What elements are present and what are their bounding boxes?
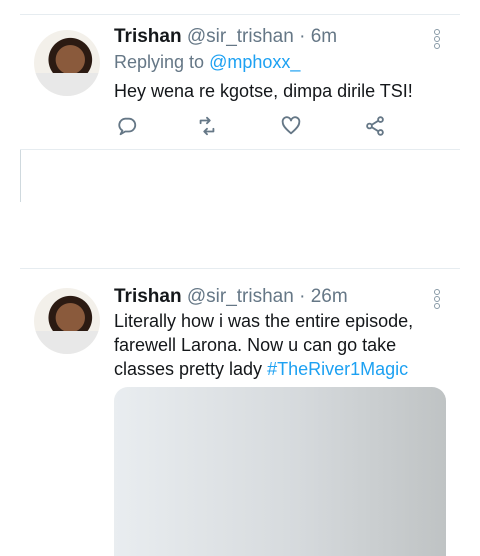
mention-link[interactable]: @mphoxx_ [209, 52, 300, 72]
avatar[interactable] [34, 288, 100, 354]
tweet-text: Hey wena re kgotse, dimpa dirile TSI! [114, 81, 413, 101]
separator-dot: · [299, 286, 306, 307]
tweet-actions [114, 113, 414, 139]
replying-to-line: Replying to @mphoxx_ [114, 52, 300, 73]
hashtag-link[interactable]: #TheRiver1Magic [267, 359, 408, 379]
separator-dot: · [299, 26, 306, 47]
more-options-icon[interactable] [434, 289, 440, 309]
user-handle[interactable]: @sir_trishan [187, 26, 294, 47]
tweet-media-image[interactable] [114, 387, 446, 556]
tweet-header: Trishan @sir_trishan · 6m [114, 26, 337, 48]
timestamp[interactable]: 26m [311, 286, 348, 307]
user-handle[interactable]: @sir_trishan [187, 286, 294, 307]
avatar[interactable] [34, 30, 100, 96]
tweet-text: Literally how i was the entire episode, … [114, 309, 444, 381]
replying-to-prefix: Replying to [114, 52, 205, 72]
display-name[interactable]: Trishan [114, 26, 182, 47]
display-name[interactable]: Trishan [114, 286, 182, 307]
more-options-icon[interactable] [434, 29, 440, 49]
tweet-reply[interactable]: Trishan @sir_trishan · 6m Replying to @m… [20, 15, 460, 150]
tweet[interactable]: Trishan @sir_trishan · 26m Literally how… [20, 268, 460, 556]
thread-line [20, 150, 21, 202]
share-icon[interactable] [362, 113, 388, 139]
retweet-icon[interactable] [194, 113, 220, 139]
like-icon[interactable] [278, 113, 304, 139]
avatar-shirt [34, 330, 100, 354]
reply-icon[interactable] [114, 113, 140, 139]
avatar-shirt [34, 72, 100, 96]
tweet-header: Trishan @sir_trishan · 26m [114, 286, 348, 308]
timestamp[interactable]: 6m [311, 26, 337, 47]
